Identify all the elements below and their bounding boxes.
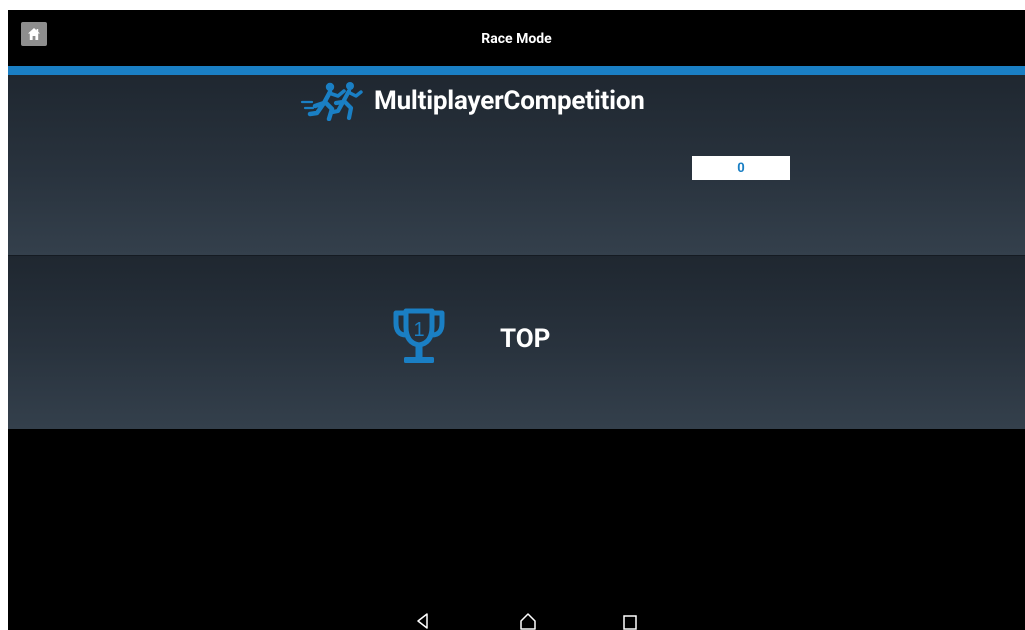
top-label: TOP bbox=[500, 324, 551, 354]
competition-label: MultiplayerCompetition bbox=[374, 86, 645, 116]
trophy-rank-glyph: 1 bbox=[413, 319, 424, 341]
home-button[interactable] bbox=[21, 22, 47, 46]
home-circle-icon[interactable] bbox=[519, 612, 537, 630]
page-title: Race Mode bbox=[481, 31, 552, 47]
competition-row: MultiplayerCompetition bbox=[300, 81, 645, 121]
recents-square-icon[interactable] bbox=[621, 612, 639, 630]
top-row: 1 TOP bbox=[386, 307, 550, 371]
runners-icon bbox=[300, 82, 363, 121]
accent-line bbox=[8, 66, 1025, 75]
system-navigation-bar bbox=[8, 606, 1025, 630]
top-bar: Race Mode bbox=[8, 10, 1025, 66]
back-triangle-icon[interactable] bbox=[414, 612, 432, 630]
competition-count: 0 bbox=[692, 156, 790, 180]
trophy-icon: 1 bbox=[393, 308, 445, 363]
race-mode-screen: Race Mode MultiplayerCompetition 0 1 TOP bbox=[8, 10, 1025, 630]
home-icon bbox=[28, 28, 40, 40]
